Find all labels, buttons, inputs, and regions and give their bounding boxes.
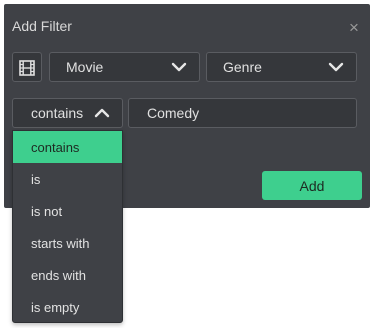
operator-select-value: contains — [31, 105, 84, 121]
operator-option[interactable]: contains — [13, 131, 122, 163]
operator-option[interactable]: is not — [13, 195, 122, 227]
close-icon[interactable]: × — [348, 19, 360, 36]
chevron-down-icon — [171, 62, 187, 72]
operator-option[interactable]: starts with — [13, 227, 122, 259]
field-select[interactable]: Genre — [206, 52, 357, 82]
operator-select[interactable]: contains — [12, 98, 123, 128]
library-select[interactable]: Movie — [49, 52, 200, 82]
field-select-value: Genre — [223, 59, 262, 75]
filter-value-text: Comedy — [147, 105, 200, 121]
filter-type-button[interactable] — [12, 52, 42, 82]
add-button[interactable]: Add — [262, 171, 362, 200]
film-icon — [19, 60, 35, 76]
operator-dropdown-menu: contains is is not starts with ends with is e… — [12, 130, 123, 323]
dialog-title: Add Filter — [12, 18, 72, 34]
library-select-value: Movie — [66, 59, 104, 75]
chevron-up-icon — [94, 108, 110, 118]
filter-value-input[interactable]: Comedy — [128, 98, 357, 128]
operator-option[interactable]: is empty — [13, 291, 122, 323]
operator-option[interactable]: is — [13, 163, 122, 195]
operator-option[interactable]: ends with — [13, 259, 122, 291]
chevron-down-icon — [328, 62, 344, 72]
